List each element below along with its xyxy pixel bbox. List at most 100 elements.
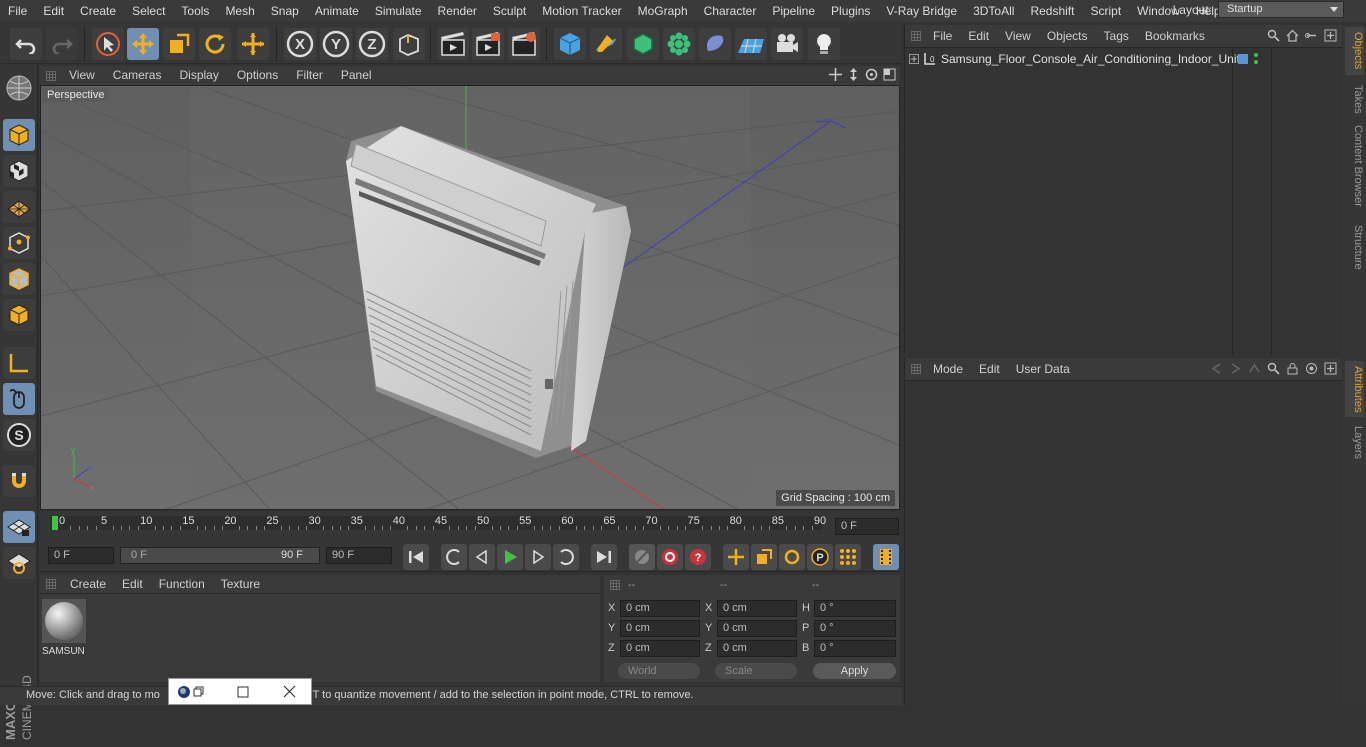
tab-attributes[interactable]: Attributes <box>1345 361 1364 417</box>
restore-icon[interactable] <box>193 686 205 698</box>
viewport-menu-view[interactable]: View <box>60 66 104 85</box>
cloner-button[interactable] <box>663 28 695 60</box>
frame-range-slider[interactable]: 0 F 90 F <box>120 547 320 564</box>
material-menu-create[interactable]: Create <box>62 575 114 594</box>
viewport-menu-display[interactable]: Display <box>170 66 227 85</box>
new-panel-icon[interactable] <box>1324 29 1337 42</box>
timeline-ruler[interactable]: 0 5 10 15 20 25 30 35 40 45 50 55 60 65 70 75 80 85 90 0 F <box>40 512 900 540</box>
scale-tool-button[interactable] <box>163 28 195 60</box>
current-frame-field[interactable]: 0 F <box>835 518 899 535</box>
size-z-field[interactable]: 0 cm <box>717 640 797 657</box>
key-scale-button[interactable] <box>751 544 777 570</box>
floor-button[interactable] <box>735 28 767 60</box>
live-selection-button[interactable] <box>92 28 124 60</box>
rotation-p-field[interactable]: 0 ° <box>814 620 896 637</box>
menu-animate[interactable]: Animate <box>307 0 367 22</box>
coordinate-system-button[interactable] <box>393 28 425 60</box>
menu-mograph[interactable]: MoGraph <box>630 0 696 22</box>
menu-character[interactable]: Character <box>696 0 765 22</box>
material-menu-function[interactable]: Function <box>151 575 213 594</box>
menu-sculpt[interactable]: Sculpt <box>485 0 534 22</box>
menu-create[interactable]: Create <box>72 0 124 22</box>
attributes-menu-edit[interactable]: Edit <box>971 358 1008 380</box>
move-tool-button[interactable] <box>127 28 159 60</box>
viewport-menu-panel[interactable]: Panel <box>332 66 381 85</box>
key-rotation-button[interactable] <box>779 544 805 570</box>
render-to-picture-viewer-button[interactable] <box>472 28 504 60</box>
planar-workplane-button[interactable] <box>3 547 35 579</box>
menu-vray-bridge[interactable]: V-Ray Bridge <box>878 0 965 22</box>
camera-button[interactable] <box>771 28 803 60</box>
menu-3dtoall[interactable]: 3DToAll <box>965 0 1022 22</box>
polygons-mode-button[interactable] <box>3 299 35 331</box>
rotation-h-field[interactable]: 0 ° <box>814 600 896 617</box>
previous-key-button[interactable] <box>441 544 467 570</box>
render-visibility-dot[interactable] <box>1254 60 1258 64</box>
redo-button[interactable] <box>46 28 78 60</box>
target-icon[interactable] <box>1305 362 1318 375</box>
menu-file[interactable]: File <box>0 0 35 22</box>
next-key-button[interactable] <box>553 544 579 570</box>
timeline-playhead[interactable] <box>52 516 58 530</box>
menu-select[interactable]: Select <box>124 0 173 22</box>
layout-select[interactable]: Startup <box>1218 1 1344 18</box>
recent-tool-button[interactable] <box>237 28 269 60</box>
go-to-end-button[interactable] <box>591 544 617 570</box>
forward-arrow-icon[interactable] <box>1229 362 1242 375</box>
objects-menu-edit[interactable]: Edit <box>960 25 997 47</box>
menu-tools[interactable]: Tools <box>173 0 217 22</box>
viewport-menu-options[interactable]: Options <box>228 66 287 85</box>
motion-record-button[interactable] <box>629 544 655 570</box>
new-panel-icon[interactable] <box>1324 362 1337 375</box>
record-active-button[interactable] <box>657 544 683 570</box>
tab-layers[interactable]: Layers <box>1345 423 1364 463</box>
position-y-field[interactable]: 0 cm <box>620 620 700 637</box>
menu-pipeline[interactable]: Pipeline <box>764 0 823 22</box>
make-editable-button[interactable] <box>3 72 35 104</box>
previous-frame-button[interactable] <box>469 544 495 570</box>
key-position-button[interactable] <box>723 544 749 570</box>
render-settings-button[interactable] <box>508 28 540 60</box>
coordinate-space-select[interactable]: World <box>618 663 700 679</box>
viewport-menu-cameras[interactable]: Cameras <box>104 66 171 85</box>
tab-takes[interactable]: Takes <box>1345 81 1364 117</box>
model-mode-button[interactable] <box>3 119 35 151</box>
key-parameter-button[interactable]: P <box>807 544 833 570</box>
menu-motion-tracker[interactable]: Motion Tracker <box>534 0 629 22</box>
menu-snap[interactable]: Snap <box>263 0 307 22</box>
y-axis-lock-button[interactable]: Y <box>320 28 352 60</box>
tab-objects[interactable]: Objects <box>1345 27 1364 75</box>
pen-spline-button[interactable] <box>590 28 622 60</box>
edges-mode-button[interactable] <box>3 263 35 295</box>
cube-object-button[interactable] <box>554 28 586 60</box>
search-icon[interactable] <box>1267 362 1280 375</box>
pan-view-icon[interactable] <box>829 68 842 81</box>
attributes-menu-user-data[interactable]: User Data <box>1008 358 1078 380</box>
objects-menu-file[interactable]: File <box>925 25 960 47</box>
light-button[interactable] <box>808 28 840 60</box>
rotation-b-field[interactable]: 0 ° <box>814 640 896 657</box>
locked-workplane-button[interactable] <box>3 511 35 543</box>
menu-mesh[interactable]: Mesh <box>217 0 262 22</box>
viewport-menu-filter[interactable]: Filter <box>287 66 332 85</box>
menu-script[interactable]: Script <box>1082 0 1129 22</box>
apply-button[interactable]: Apply <box>813 663 896 679</box>
position-z-field[interactable]: 0 cm <box>620 640 700 657</box>
key-pla-button[interactable] <box>835 544 861 570</box>
dolly-view-icon[interactable] <box>847 68 860 81</box>
autokey-button[interactable]: ? <box>685 544 711 570</box>
timeline-window-button[interactable] <box>873 544 899 570</box>
points-mode-button[interactable] <box>3 227 35 259</box>
start-frame-field[interactable]: 0 F <box>48 547 114 564</box>
material-swatch[interactable]: SAMSUN <box>42 599 86 657</box>
menu-render[interactable]: Render <box>430 0 485 22</box>
tweak-mode-button[interactable] <box>3 383 35 415</box>
subdivision-surface-button[interactable] <box>627 28 659 60</box>
menu-simulate[interactable]: Simulate <box>367 0 430 22</box>
z-axis-lock-button[interactable]: Z <box>356 28 388 60</box>
tab-content-browser[interactable]: Content Browser <box>1345 123 1364 209</box>
undo-button[interactable] <box>10 28 42 60</box>
x-axis-lock-button[interactable]: X <box>284 28 316 60</box>
material-menu-texture[interactable]: Texture <box>213 575 268 594</box>
deformer-button[interactable] <box>699 28 731 60</box>
